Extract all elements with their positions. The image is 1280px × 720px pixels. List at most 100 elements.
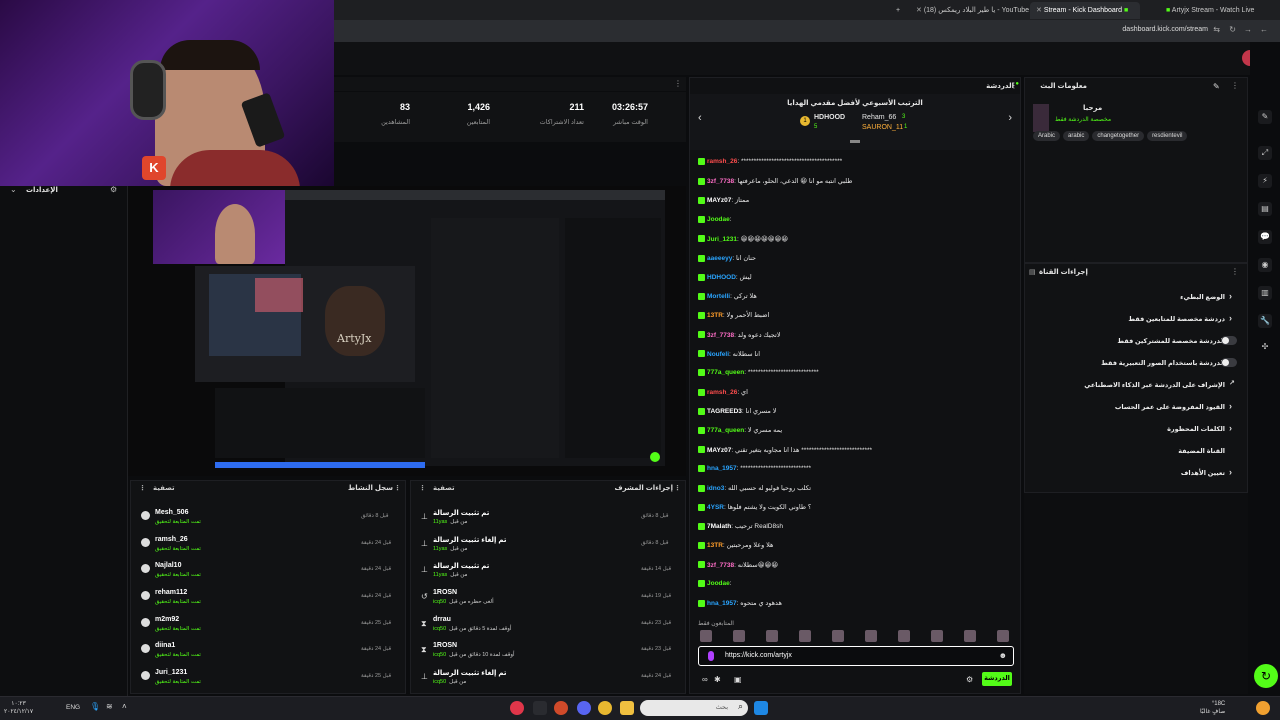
- modlog-by[interactable]: 11yas: [433, 519, 447, 525]
- chat-username[interactable]: 13TR: [707, 312, 723, 319]
- more-icon[interactable]: ⋮: [1010, 81, 1018, 90]
- mod-action-row[interactable]: تعيين الأهداف ›: [1033, 464, 1239, 482]
- activity-user[interactable]: m2m92: [155, 616, 179, 623]
- infinity-icon[interactable]: ∞: [702, 675, 708, 684]
- chat-username[interactable]: 3zf_7738: [707, 562, 734, 569]
- fullscreen-icon[interactable]: ⤢: [1258, 146, 1272, 160]
- chat-username[interactable]: ramsh_26: [707, 389, 737, 396]
- modlog-by[interactable]: 11yas: [433, 546, 447, 552]
- app-icon-obs[interactable]: [510, 701, 524, 715]
- calendar-icon[interactable]: ▣: [734, 675, 742, 684]
- activity-user[interactable]: reham112: [155, 589, 187, 596]
- tab-youtube[interactable]: ✕ (18) يا طير البلاد ريمكس - YouTube: [910, 2, 1029, 19]
- mod-action-row[interactable]: دردشة مخصصة للمتابعين فقط ›: [1033, 310, 1239, 328]
- app-icon-discord[interactable]: [577, 701, 591, 715]
- chat-username[interactable]: 3zf_7738: [707, 178, 734, 185]
- chat-username[interactable]: MAYz07: [707, 447, 731, 454]
- chat-username[interactable]: hna_1957: [707, 600, 737, 607]
- tab-artyjx[interactable]: ■ Artyjx Stream - Watch Live: [1160, 2, 1258, 19]
- chatter-avatar[interactable]: [964, 630, 976, 642]
- activity-user[interactable]: diina1: [155, 642, 175, 649]
- modlog-by[interactable]: icq50: [433, 679, 446, 685]
- chat-username[interactable]: Joodae: [707, 216, 730, 223]
- chat-username[interactable]: 777a_queen: [707, 369, 744, 376]
- chat-username[interactable]: Joodae: [707, 580, 730, 587]
- gift-icon[interactable]: ✱: [714, 675, 721, 684]
- app-icon-terminal[interactable]: [533, 701, 547, 715]
- chat-username[interactable]: aaeeeyy: [707, 255, 732, 262]
- chat-icon[interactable]: 💬: [1258, 230, 1272, 244]
- modlog-by[interactable]: 11yas: [433, 572, 447, 578]
- new-tab-button[interactable]: +: [890, 2, 904, 19]
- toggle-switch[interactable]: [1221, 336, 1237, 345]
- chatter-avatar[interactable]: [931, 630, 943, 642]
- activity-filter[interactable]: تصفية: [153, 481, 175, 497]
- windows-start-icon[interactable]: [754, 701, 768, 715]
- send-button[interactable]: الدردشة: [982, 672, 1012, 686]
- modlog-action[interactable]: تم إلغاء تثبيت الرسالة: [433, 536, 507, 544]
- taskbar-search[interactable]: بحث ⌕: [640, 700, 748, 716]
- chat-username[interactable]: hna_1957: [707, 465, 737, 472]
- emoji-icon[interactable]: ☻: [999, 651, 1007, 660]
- app-icon-chrome[interactable]: [598, 701, 612, 715]
- chatter-avatar[interactable]: [799, 630, 811, 642]
- chat-username[interactable]: 13TR: [707, 542, 723, 549]
- mod-action-row[interactable]: الدردشة باستخدام الصور التعبيرية فقط: [1033, 354, 1239, 372]
- chat-username[interactable]: Noufeli: [707, 351, 729, 358]
- chatter-avatar[interactable]: [766, 630, 778, 642]
- modlog-action[interactable]: تم تثبيت الرسالة: [433, 509, 489, 517]
- activity-user[interactable]: Juri_1231: [155, 669, 187, 676]
- chat-username[interactable]: HDHOOD: [707, 274, 736, 281]
- forward-icon[interactable]: →: [1244, 25, 1252, 34]
- reload-icon[interactable]: ↻: [1229, 25, 1236, 34]
- activity-user[interactable]: ramsh_26: [155, 536, 188, 543]
- modlog-action[interactable]: drrau: [433, 616, 451, 623]
- extensions-icon[interactable]: ✣: [1258, 340, 1272, 354]
- gear-icon[interactable]: ⚙: [966, 675, 973, 684]
- mod-action-row[interactable]: القناة المضيفة: [1033, 442, 1239, 460]
- chat-username[interactable]: 7Malath: [707, 523, 731, 530]
- chat-username[interactable]: idno3: [707, 485, 724, 492]
- wifi-icon[interactable]: ≋: [106, 702, 113, 711]
- chat-username[interactable]: TAGREED3: [707, 408, 742, 415]
- mod-action-row[interactable]: الدردشة مخصصة للمشتركين فقط: [1033, 332, 1239, 350]
- mod-action-row[interactable]: القيود المفروضة على عمر الحساب ›: [1033, 398, 1239, 416]
- chat-username[interactable]: Juri_1231: [707, 236, 737, 243]
- url-field[interactable]: dashboard.kick.com/stream: [1122, 26, 1208, 33]
- broadcast-icon[interactable]: ◉: [1258, 258, 1272, 272]
- edit-icon[interactable]: ✎: [1258, 110, 1272, 124]
- activity-user[interactable]: Najlal10: [155, 562, 181, 569]
- chevron-down-icon[interactable]: ⌄: [10, 185, 17, 194]
- gear-icon[interactable]: ⚙: [110, 185, 117, 194]
- modlog-by[interactable]: icq50: [433, 599, 446, 605]
- chat-username[interactable]: 4YSR: [707, 504, 724, 511]
- toggle-switch[interactable]: [1221, 358, 1237, 367]
- mic-icon[interactable]: 🎙: [90, 702, 100, 711]
- chat-username[interactable]: MAYz07: [707, 197, 731, 204]
- modlog-action[interactable]: 1ROSN: [433, 642, 457, 649]
- weather[interactable]: °18C صافٍ غالبًا: [1200, 700, 1225, 716]
- modlog-action[interactable]: 1ROSN: [433, 589, 457, 596]
- app-icon-media[interactable]: [554, 701, 568, 715]
- help-chat-button[interactable]: ↻: [1254, 664, 1278, 688]
- app-icon-folder[interactable]: [620, 701, 634, 715]
- language-indicator[interactable]: ENG: [66, 704, 80, 711]
- collapse-handle[interactable]: [850, 140, 860, 143]
- more-icon[interactable]: ⋮: [1231, 267, 1239, 276]
- chatter-avatar[interactable]: [733, 630, 745, 642]
- mod-action-row[interactable]: الوضع البطيء ›: [1033, 288, 1239, 306]
- clock[interactable]: ١٠:٢٣ ٢٠٢٤/١٢/١٧: [4, 700, 33, 716]
- clipboard-icon[interactable]: ▤: [1258, 202, 1272, 216]
- chevron-left-icon[interactable]: ‹: [698, 112, 702, 124]
- chatter-avatar[interactable]: [700, 630, 712, 642]
- chatter-avatar[interactable]: [997, 630, 1009, 642]
- chatter-avatar[interactable]: [832, 630, 844, 642]
- activity-user[interactable]: Mesh_506: [155, 509, 188, 516]
- mod-action-row[interactable]: الكلمات المحظورة ›: [1033, 420, 1239, 438]
- modlog-by[interactable]: icq50: [433, 626, 446, 632]
- wrench-icon[interactable]: 🔧: [1258, 314, 1272, 328]
- modlog-filter[interactable]: تصفية: [433, 481, 455, 497]
- chevron-right-icon[interactable]: ›: [1008, 112, 1012, 124]
- chat-username[interactable]: ramsh_26: [707, 158, 737, 165]
- chat-username[interactable]: 777a_queen: [707, 427, 744, 434]
